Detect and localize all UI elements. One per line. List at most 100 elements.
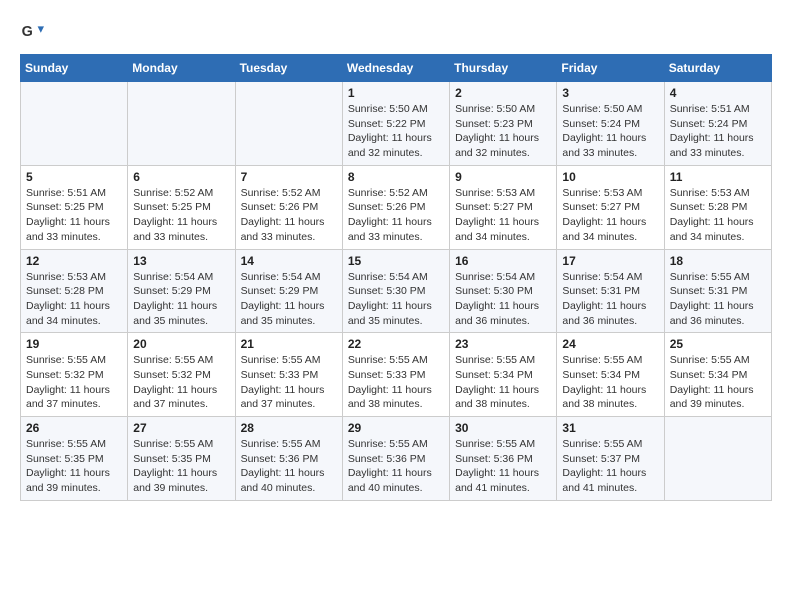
day-info: Sunrise: 5:54 AM Sunset: 5:31 PM Dayligh… (562, 270, 658, 329)
day-info: Sunrise: 5:55 AM Sunset: 5:34 PM Dayligh… (455, 353, 551, 412)
logo: G (20, 20, 48, 44)
day-number: 12 (26, 254, 122, 268)
day-number: 14 (241, 254, 337, 268)
day-number: 11 (670, 170, 766, 184)
day-number: 31 (562, 421, 658, 435)
day-number: 17 (562, 254, 658, 268)
calendar-cell: 23 Sunrise: 5:55 AM Sunset: 5:34 PM Dayli… (450, 333, 557, 417)
day-number: 3 (562, 86, 658, 100)
page-header: G (20, 20, 772, 44)
calendar-cell: 16 Sunrise: 5:54 AM Sunset: 5:30 PM Dayli… (450, 249, 557, 333)
day-number: 7 (241, 170, 337, 184)
calendar-cell (128, 82, 235, 166)
calendar-cell: 18 Sunrise: 5:55 AM Sunset: 5:31 PM Dayli… (664, 249, 771, 333)
day-info: Sunrise: 5:51 AM Sunset: 5:25 PM Dayligh… (26, 186, 122, 245)
day-number: 25 (670, 337, 766, 351)
day-number: 26 (26, 421, 122, 435)
calendar-cell: 1 Sunrise: 5:50 AM Sunset: 5:22 PM Daylig… (342, 82, 449, 166)
day-info: Sunrise: 5:52 AM Sunset: 5:26 PM Dayligh… (241, 186, 337, 245)
calendar-cell: 8Sunrise: 5:52 AM Sunset: 5:26 PM Daylig… (342, 165, 449, 249)
day-info: Sunrise: 5:55 AM Sunset: 5:33 PM Dayligh… (348, 353, 444, 412)
day-number: 19 (26, 337, 122, 351)
day-number: 22 (348, 337, 444, 351)
day-number: 6 (133, 170, 229, 184)
day-number: 4 (670, 86, 766, 100)
calendar-cell: 20 Sunrise: 5:55 AM Sunset: 5:32 PM Dayli… (128, 333, 235, 417)
calendar-cell: 3Sunrise: 5:50 AM Sunset: 5:24 PM Daylig… (557, 82, 664, 166)
day-info: Sunrise: 5:55 AM Sunset: 5:36 PM Dayligh… (241, 437, 337, 496)
calendar-cell: 7 Sunrise: 5:52 AM Sunset: 5:26 PM Daylig… (235, 165, 342, 249)
calendar-week-row: 19 Sunrise: 5:55 AM Sunset: 5:32 PM Dayli… (21, 333, 772, 417)
day-number: 20 (133, 337, 229, 351)
calendar-cell: 28Sunrise: 5:55 AM Sunset: 5:36 PM Dayli… (235, 417, 342, 501)
day-info: Sunrise: 5:52 AM Sunset: 5:26 PM Dayligh… (348, 186, 444, 245)
day-info: Sunrise: 5:52 AM Sunset: 5:25 PM Dayligh… (133, 186, 229, 245)
day-info: Sunrise: 5:54 AM Sunset: 5:29 PM Dayligh… (133, 270, 229, 329)
day-info: Sunrise: 5:55 AM Sunset: 5:31 PM Dayligh… (670, 270, 766, 329)
calendar-cell: 27 Sunrise: 5:55 AM Sunset: 5:35 PM Dayli… (128, 417, 235, 501)
calendar-cell: 22 Sunrise: 5:55 AM Sunset: 5:33 PM Dayli… (342, 333, 449, 417)
day-info: Sunrise: 5:50 AM Sunset: 5:23 PM Dayligh… (455, 102, 551, 161)
day-info: Sunrise: 5:55 AM Sunset: 5:33 PM Dayligh… (241, 353, 337, 412)
day-info: Sunrise: 5:55 AM Sunset: 5:36 PM Dayligh… (455, 437, 551, 496)
day-number: 9 (455, 170, 551, 184)
day-info: Sunrise: 5:55 AM Sunset: 5:32 PM Dayligh… (133, 353, 229, 412)
calendar-cell: 30 Sunrise: 5:55 AM Sunset: 5:36 PM Dayli… (450, 417, 557, 501)
calendar-week-row: 5 Sunrise: 5:51 AM Sunset: 5:25 PM Daylig… (21, 165, 772, 249)
day-info: Sunrise: 5:53 AM Sunset: 5:27 PM Dayligh… (562, 186, 658, 245)
day-info: Sunrise: 5:54 AM Sunset: 5:30 PM Dayligh… (348, 270, 444, 329)
day-info: Sunrise: 5:54 AM Sunset: 5:29 PM Dayligh… (241, 270, 337, 329)
day-number: 27 (133, 421, 229, 435)
day-info: Sunrise: 5:55 AM Sunset: 5:35 PM Dayligh… (26, 437, 122, 496)
day-number: 24 (562, 337, 658, 351)
day-number: 18 (670, 254, 766, 268)
day-info: Sunrise: 5:54 AM Sunset: 5:30 PM Dayligh… (455, 270, 551, 329)
day-info: Sunrise: 5:55 AM Sunset: 5:35 PM Dayligh… (133, 437, 229, 496)
day-number: 1 (348, 86, 444, 100)
day-info: Sunrise: 5:53 AM Sunset: 5:28 PM Dayligh… (26, 270, 122, 329)
day-info: Sunrise: 5:53 AM Sunset: 5:27 PM Dayligh… (455, 186, 551, 245)
weekday-header: Tuesday (235, 55, 342, 82)
calendar-cell: 6 Sunrise: 5:52 AM Sunset: 5:25 PM Daylig… (128, 165, 235, 249)
calendar-cell: 2Sunrise: 5:50 AM Sunset: 5:23 PM Daylig… (450, 82, 557, 166)
calendar-cell: 17 Sunrise: 5:54 AM Sunset: 5:31 PM Dayli… (557, 249, 664, 333)
calendar-cell: 31Sunrise: 5:55 AM Sunset: 5:37 PM Dayli… (557, 417, 664, 501)
calendar-cell: 12 Sunrise: 5:53 AM Sunset: 5:28 PM Dayli… (21, 249, 128, 333)
day-number: 23 (455, 337, 551, 351)
calendar-table: SundayMondayTuesdayWednesdayThursdayFrid… (20, 54, 772, 501)
calendar-week-row: 12 Sunrise: 5:53 AM Sunset: 5:28 PM Dayli… (21, 249, 772, 333)
weekday-header: Saturday (664, 55, 771, 82)
day-info: Sunrise: 5:55 AM Sunset: 5:36 PM Dayligh… (348, 437, 444, 496)
calendar-cell: 19 Sunrise: 5:55 AM Sunset: 5:32 PM Dayli… (21, 333, 128, 417)
day-info: Sunrise: 5:50 AM Sunset: 5:22 PM Dayligh… (348, 102, 444, 161)
day-number: 21 (241, 337, 337, 351)
day-number: 16 (455, 254, 551, 268)
weekday-header: Sunday (21, 55, 128, 82)
day-number: 15 (348, 254, 444, 268)
calendar-cell: 9 Sunrise: 5:53 AM Sunset: 5:27 PM Daylig… (450, 165, 557, 249)
day-number: 29 (348, 421, 444, 435)
day-info: Sunrise: 5:55 AM Sunset: 5:34 PM Dayligh… (562, 353, 658, 412)
calendar-cell: 4Sunrise: 5:51 AM Sunset: 5:24 PM Daylig… (664, 82, 771, 166)
day-number: 30 (455, 421, 551, 435)
calendar-cell: 24 Sunrise: 5:55 AM Sunset: 5:34 PM Dayli… (557, 333, 664, 417)
calendar-cell: 13 Sunrise: 5:54 AM Sunset: 5:29 PM Dayli… (128, 249, 235, 333)
calendar-cell: 25 Sunrise: 5:55 AM Sunset: 5:34 PM Dayli… (664, 333, 771, 417)
weekday-header: Wednesday (342, 55, 449, 82)
day-info: Sunrise: 5:55 AM Sunset: 5:34 PM Dayligh… (670, 353, 766, 412)
calendar-cell: 29 Sunrise: 5:55 AM Sunset: 5:36 PM Dayli… (342, 417, 449, 501)
weekday-header: Thursday (450, 55, 557, 82)
weekday-header: Monday (128, 55, 235, 82)
day-info: Sunrise: 5:55 AM Sunset: 5:32 PM Dayligh… (26, 353, 122, 412)
day-number: 5 (26, 170, 122, 184)
calendar-week-row: 26 Sunrise: 5:55 AM Sunset: 5:35 PM Dayli… (21, 417, 772, 501)
svg-text:G: G (22, 24, 33, 40)
calendar-cell: 21 Sunrise: 5:55 AM Sunset: 5:33 PM Dayli… (235, 333, 342, 417)
calendar-cell: 5 Sunrise: 5:51 AM Sunset: 5:25 PM Daylig… (21, 165, 128, 249)
calendar-cell: 26 Sunrise: 5:55 AM Sunset: 5:35 PM Dayli… (21, 417, 128, 501)
weekday-header-row: SundayMondayTuesdayWednesdayThursdayFrid… (21, 55, 772, 82)
calendar-cell: 14 Sunrise: 5:54 AM Sunset: 5:29 PM Dayli… (235, 249, 342, 333)
day-number: 13 (133, 254, 229, 268)
calendar-cell (21, 82, 128, 166)
calendar-cell: 11Sunrise: 5:53 AM Sunset: 5:28 PM Dayli… (664, 165, 771, 249)
